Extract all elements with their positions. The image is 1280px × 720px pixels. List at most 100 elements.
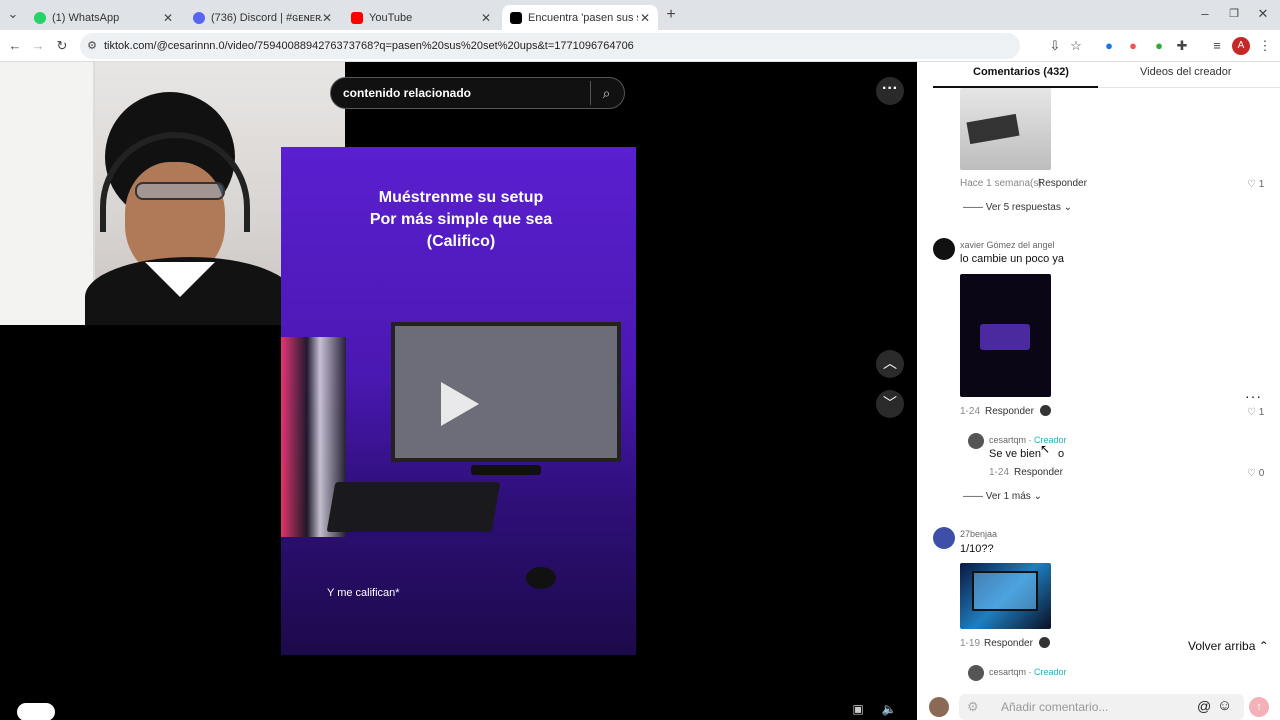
keyboard-image [966,113,1020,145]
creator-liked-avatar [1040,405,1051,416]
address-bar: ← → ↻ tiktok.com/@cesarinnn.0/video/7594… [0,30,1280,62]
tiktok-icon [510,11,522,24]
comment-composer: Añadir comentario... ⚙ @ ☺ ↑ [917,694,1280,720]
like-button[interactable]: ♡ 1 [1247,407,1264,418]
volume-icon[interactable]: 🔈 [877,702,901,720]
creator-liked-avatar [1039,637,1050,648]
mention-icon[interactable]: @ [1197,698,1211,714]
tab-whatsapp[interactable]: (1) WhatsApp ✕ [26,5,181,30]
install-icon[interactable]: ⇩ [1046,37,1064,55]
back-to-top-button[interactable]: Volver arriba ⌃ [1182,635,1275,657]
send-icon[interactable]: ↑ [1249,697,1269,717]
whatsapp-icon [34,11,46,24]
close-window-icon[interactable]: ✕ [1254,5,1272,23]
new-tab-icon[interactable]: + [662,6,680,24]
back-to-top-label: Volver arriba [1188,639,1256,653]
like-button[interactable]: ♡ 0 [1247,468,1264,479]
puzzle-icon[interactable]: ✚ [1173,37,1191,55]
reply-link[interactable]: Responder [985,406,1034,417]
video-viewer: contenido relacionado ⌕ ··· Muéstrenme s… [0,62,917,720]
reply-username-text: cesartqm [989,435,1027,445]
avatar[interactable] [968,665,984,681]
view-replies-button[interactable]: —— Ver 5 respuestas ⌄ [963,202,1072,213]
picture-in-picture-icon[interactable]: ▣ [846,702,870,720]
comment-text: 1/10?? [960,543,994,555]
tab-label: (736) Discord | #ɢᴇɴᴇʀᴀʟ🌏 | t [211,12,322,24]
discord-icon [193,11,205,24]
extension-icon[interactable]: ● [1150,37,1168,55]
app-badge-icon [17,703,55,720]
reply-text: Se ve bien o [989,448,1064,460]
tab-label: YouTube [369,11,413,24]
mouse-image [526,567,556,589]
view-more-label: Ver 1 más [985,491,1031,502]
like-button[interactable]: ♡ 1 [1247,179,1264,190]
monitor-image [972,571,1038,611]
related-search-input[interactable]: contenido relacionado [330,77,625,109]
reply-text-part: o [1058,448,1065,460]
extension-icon[interactable]: ● [1124,37,1142,55]
extension-icon[interactable]: ● [1100,37,1118,55]
view-replies-label: Ver 5 respuestas [985,202,1061,213]
avatar[interactable] [933,527,955,549]
browser-menu-icon[interactable]: ⋮ [1256,37,1274,55]
creator-badge: Creador [1034,435,1067,445]
reading-list-icon[interactable]: ≡ [1208,37,1226,55]
emoji-icon[interactable]: ☺ [1217,697,1232,714]
search-text: contenido relacionado [343,86,472,100]
play-icon[interactable] [441,382,479,426]
tab-comments[interactable]: Comentarios (432) [973,66,1069,78]
browser-tab-bar: ⌄ (1) WhatsApp ✕ (736) Discord | #ɢᴇɴᴇʀᴀ… [0,0,1280,30]
reply-link[interactable]: Responder [1038,178,1087,189]
monitor-image [391,322,621,462]
reply-username[interactable]: cesartqm · Creador [989,667,1067,677]
next-video-button[interactable]: ﹀ [876,390,904,418]
comment-time: 1-19 [960,638,981,649]
video-player[interactable]: Muéstrenme su setup Por más simple que s… [281,147,636,655]
close-icon[interactable]: ✕ [322,11,332,25]
restore-icon[interactable]: ❐ [1225,5,1243,23]
comment-time: 1-24 [960,406,981,417]
close-icon[interactable]: ✕ [481,11,491,25]
overlay-line: Muéstrenme su setup [378,189,544,206]
view-more-replies-button[interactable]: —— Ver 1 más ⌄ [963,491,1042,502]
tab-creator-videos[interactable]: Videos del creador [1140,66,1232,78]
panel-tabs: Comentarios (432) Videos del creador [933,62,1280,88]
search-icon[interactable]: ⌕ [590,81,622,105]
url-field[interactable]: tiktok.com/@cesarinnn.0/video/7594008894… [80,33,1020,59]
gear-icon[interactable]: ⚙ [967,699,979,715]
reload-icon[interactable]: ↻ [53,37,71,55]
comment-username[interactable]: xavier Gómez del angel [960,240,1055,250]
minimize-icon[interactable]: – [1196,5,1214,23]
forward-icon[interactable]: → [29,37,47,55]
avatar[interactable] [968,433,984,449]
close-icon[interactable]: ✕ [163,11,173,25]
setup-image [980,324,1030,350]
youtube-icon [351,11,363,24]
more-options-icon[interactable]: ··· [1245,388,1262,404]
tab-youtube[interactable]: YouTube ✕ [343,5,499,30]
back-icon[interactable]: ← [6,37,24,55]
reply-link[interactable]: Responder [984,638,1033,649]
avatar[interactable] [933,238,955,260]
tab-discord[interactable]: (736) Discord | #ɢᴇɴᴇʀᴀʟ🌏 | t ✕ [185,5,340,30]
tab-list-chevron-icon[interactable]: ⌄ [4,5,22,23]
profile-avatar[interactable]: A [1232,37,1250,55]
keyboard-image [326,482,501,532]
previous-video-button[interactable]: ︿ [876,350,904,378]
tab-label: (1) WhatsApp [52,11,120,24]
site-info-icon[interactable]: ⚙ [83,37,101,55]
comment-image[interactable] [960,563,1051,629]
comment-image[interactable] [960,88,1051,170]
comment-username[interactable]: 27benjaa [960,529,997,539]
overlay-line: (Califico) [426,233,496,250]
reply-username[interactable]: cesartqm · Creador [989,435,1067,445]
close-icon[interactable]: ✕ [640,11,650,25]
comment-image[interactable] [960,274,1051,397]
reply-link[interactable]: Responder [1014,467,1063,478]
tab-tiktok[interactable]: Encuentra 'pasen sus set ups' e ✕ [502,5,658,30]
mouse-cursor-icon: ↖ [1040,442,1051,456]
wall-door [0,62,95,325]
more-options-button[interactable]: ··· [876,77,904,105]
bookmark-star-icon[interactable]: ☆ [1067,37,1085,55]
